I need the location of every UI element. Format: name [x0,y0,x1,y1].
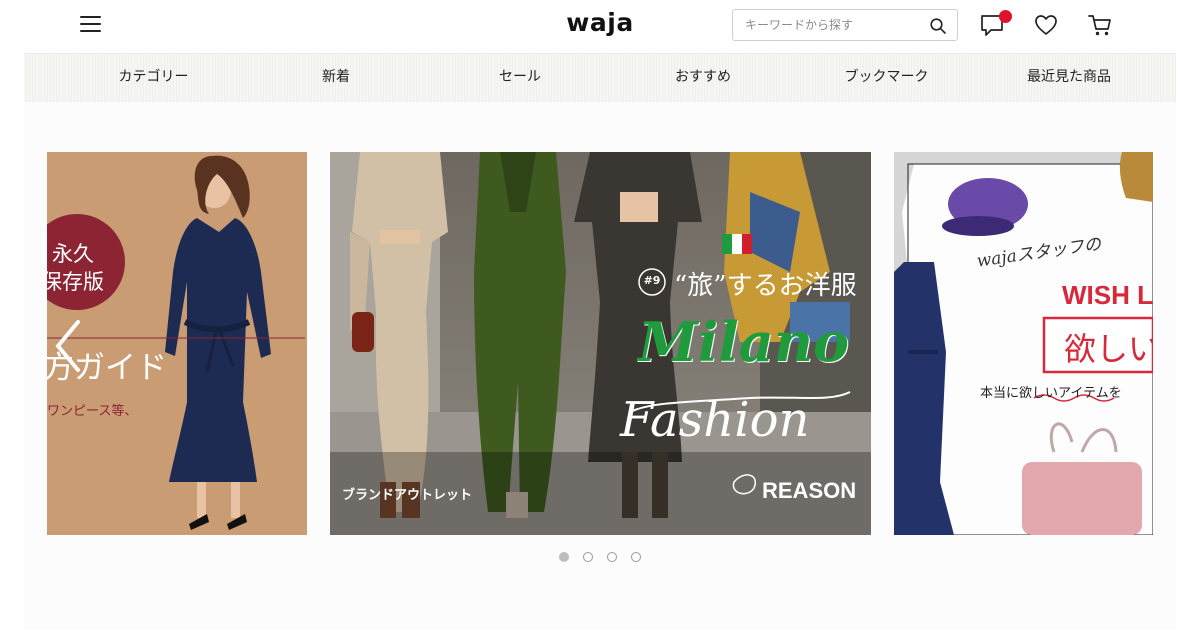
nav-item-new[interactable]: 新着 [286,54,386,103]
wishlist-title: WISH L [1062,280,1153,310]
milano-number: #9 [643,274,661,287]
nav-item-recently-viewed[interactable]: 最近見た商品 [1009,54,1129,103]
milano-script-word1: Milano [638,310,850,374]
carousel-slide-wishlist[interactable]: wajaスタッフの WISH L 欲しい 本当に欲しいアイテムを [894,152,1153,535]
carousel-prev-arrow[interactable] [50,318,90,374]
page: waja カテゴリ [0,0,1200,630]
heart-icon [1035,15,1057,35]
search-input[interactable] [733,10,918,40]
guide-badge-line1: 永久 [52,242,94,266]
guide-subtitle: ワンピース等、 [47,404,138,419]
favorites-button[interactable] [1033,12,1059,38]
milano-script-word2: Fashion [620,392,810,448]
search-icon[interactable] [929,17,947,35]
category-nav: カテゴリー 新着 セール おすすめ ブックマーク 最近見た商品 [24,53,1176,102]
notification-dot [999,10,1012,23]
header: waja [0,0,1200,52]
carousel-dot-4[interactable] [631,552,641,562]
wishlist-bottom-line: 本当に欲しいアイテムを [980,386,1122,401]
nav-item-category[interactable]: カテゴリー [96,54,211,103]
cart-button[interactable] [1087,12,1113,38]
milano-brand: REASON [762,478,857,503]
nav-item-bookmark[interactable]: ブックマーク [824,54,949,103]
guide-badge-line2: 保存版 [47,270,104,294]
milano-caption: ブランドアウトレット [342,488,473,503]
search-box [732,9,958,41]
cart-icon [1088,15,1111,36]
message-button[interactable] [979,10,1012,38]
nav-item-recommended[interactable]: おすすめ [653,54,753,103]
carousel-dot-1[interactable] [559,552,569,562]
nav-item-sale[interactable]: セール [470,54,570,103]
logo[interactable]: waja [545,8,655,37]
milano-headline: “旅”するお洋服 [674,271,857,301]
carousel-dot-3[interactable] [607,552,617,562]
menu-icon[interactable] [80,16,101,34]
carousel-dot-2[interactable] [583,552,593,562]
wishlist-boxed-text: 欲しい [1064,330,1153,368]
carousel-slide-milano[interactable]: #9 “旅”するお洋服 Milano Fashion ブランドアウトレット RE… [330,152,871,535]
